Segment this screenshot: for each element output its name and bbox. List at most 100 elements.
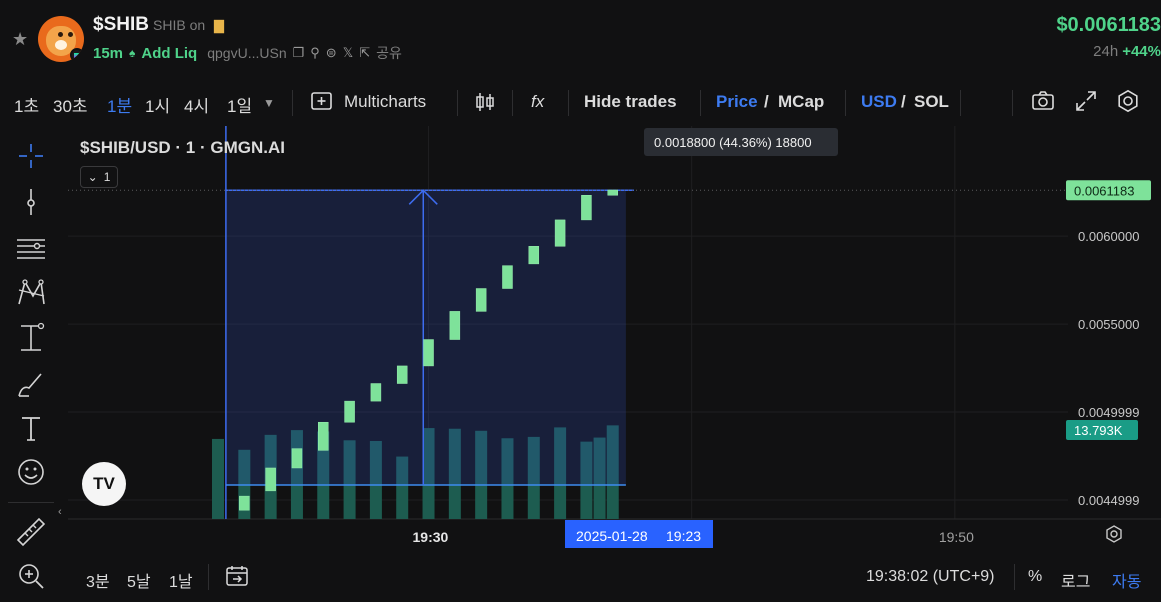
current-price-badge-text: 0.0061183 [1074, 183, 1135, 198]
axis-settings-icon[interactable] [1106, 525, 1122, 543]
candle [502, 265, 513, 289]
range-5d[interactable]: 5날 [127, 568, 151, 592]
candle [291, 448, 303, 469]
multicharts-button[interactable]: Multicharts [344, 92, 426, 112]
goto-date-icon[interactable] [225, 564, 251, 593]
y-axis-tick-label: 0.0044999 [1078, 493, 1139, 508]
crosshair-icon[interactable] [13, 138, 49, 174]
candle [396, 365, 408, 384]
toolbar-divider [512, 90, 513, 116]
toolbar-divider [700, 90, 701, 116]
volume-bar [212, 438, 224, 519]
candle [554, 219, 566, 247]
external-link-icon[interactable]: ⇱ [359, 45, 370, 61]
token-symbol: $SHIB [93, 14, 149, 35]
tools-divider [8, 502, 54, 503]
usd-sol-slash: / [901, 92, 906, 111]
bottom-divider [208, 564, 209, 590]
selected-date-text: 2025-01-28 [576, 528, 648, 544]
brush-icon[interactable] [13, 366, 49, 402]
candle [239, 495, 250, 511]
percent-scale-toggle[interactable]: % [1028, 568, 1042, 586]
solana-badge-icon [70, 48, 84, 62]
add-liq-link[interactable]: Add Liq [141, 45, 197, 62]
candle [475, 288, 487, 312]
contract-address[interactable]: qpgvU...USn [207, 45, 286, 61]
copy-icon[interactable]: ❐ [293, 45, 305, 61]
ruler-icon[interactable] [13, 514, 49, 550]
favorite-star-icon[interactable]: ★ [12, 30, 30, 48]
tradingview-logo[interactable]: TV [82, 462, 126, 506]
add-chart-icon[interactable] [311, 91, 333, 116]
toolbar-divider [960, 90, 961, 116]
toolbar-divider [292, 90, 293, 116]
token-header: ★ $SHIB SHIB on ▇ 15m ♠ Add Liq qpgvU...… [0, 0, 1161, 80]
volume-badge-text: 13.793K [1074, 423, 1123, 438]
share-link[interactable]: 공유 [376, 43, 402, 63]
range-1d[interactable]: 1날 [169, 568, 193, 592]
axis-settings-hex [1106, 525, 1122, 543]
auto-scale-toggle[interactable]: 자동 [1112, 568, 1141, 592]
token-logo [38, 16, 84, 62]
indicator-collapse-button[interactable]: ⌄ 1 [80, 166, 118, 188]
candlestick-type-icon[interactable] [474, 91, 496, 118]
price-change-24h: 24h +44% [1093, 43, 1161, 60]
interval-30s[interactable]: 30초 [53, 92, 88, 117]
horizontal-lines-icon[interactable] [13, 230, 49, 266]
collapse-toolbar-icon[interactable]: ‹ [58, 506, 62, 518]
log-scale-toggle[interactable]: 로그 [1061, 568, 1090, 592]
interval-1s[interactable]: 1초 [14, 92, 39, 117]
price-toggle[interactable]: Price [716, 92, 758, 112]
y-axis-tick-label: 0.0049999 [1078, 405, 1139, 420]
indicators-fx-icon[interactable]: fx [531, 92, 544, 112]
token-logo-snout [55, 40, 67, 50]
range-3m[interactable]: 3분 [86, 568, 110, 592]
candle [318, 421, 329, 451]
mcap-toggle[interactable]: MCap [778, 92, 824, 112]
toolbar-divider [1012, 90, 1013, 116]
candle [581, 195, 592, 221]
sol-toggle[interactable]: SOL [914, 92, 949, 112]
trend-line-icon[interactable] [13, 184, 49, 220]
current-price: $0.0061183 [1056, 14, 1161, 36]
interval-1d[interactable]: 1일 [227, 92, 252, 117]
interval-4h[interactable]: 4시 [184, 92, 209, 117]
chart-toolbar: 1초 30초 1분 1시 4시 1일 ▼ Multicharts fx Hide… [0, 84, 1161, 122]
interval-1m[interactable]: 1분 [107, 92, 132, 117]
chart-canvas[interactable]: 0.0060000 0.0055000 0.0049999 0.0044999 19:3… [68, 126, 1161, 566]
settings-gear-icon[interactable] [1116, 89, 1140, 118]
chevron-down-icon: ⌄ [87, 170, 98, 184]
zoom-in-icon[interactable] [13, 558, 49, 594]
candle [265, 467, 276, 492]
y-axis-tick-label: 0.0060000 [1078, 229, 1139, 244]
candle [607, 189, 618, 196]
x-twitter-icon[interactable]: 𝕏 [343, 45, 353, 61]
fullscreen-icon[interactable] [1074, 89, 1098, 118]
token-logo-eye [68, 32, 73, 37]
interval-dropdown-icon[interactable]: ▼ [263, 96, 275, 110]
token-age: 15m [93, 44, 124, 62]
measure-tooltip-text: 0.0018800 (44.36%) 18800 [654, 135, 812, 150]
token-meta-row: 15m ♠ Add Liq qpgvU...USn ❐ ⚲ ⊜ 𝕏 ⇱ 공유 [93, 43, 402, 63]
measure-range-icon[interactable] [13, 320, 49, 356]
candle [528, 246, 540, 265]
chart-pair-title: $SHIB/USD · 1 · GMGN.AI [80, 138, 285, 157]
emoji-icon[interactable] [13, 454, 49, 490]
candle [423, 339, 434, 367]
liquidity-icon: ♠ [129, 46, 136, 60]
clock-timezone[interactable]: 19:38:02 (UTC+9) [866, 568, 995, 586]
camera-icon[interactable] [1031, 89, 1055, 118]
candle [344, 400, 355, 423]
candle [370, 383, 382, 402]
selected-time-text: 19:23 [666, 528, 701, 544]
hide-trades-button[interactable]: Hide trades [584, 92, 677, 112]
block-icon[interactable]: ⊜ [326, 45, 337, 61]
pattern-icon[interactable] [13, 274, 49, 310]
search-icon[interactable]: ⚲ [310, 45, 320, 61]
price-chart[interactable]: 0.0060000 0.0055000 0.0049999 0.0044999 19:3… [68, 126, 1161, 548]
usd-toggle[interactable]: USD [861, 92, 897, 112]
x-axis-tick-label: 19:50 [939, 529, 974, 545]
text-tool-icon[interactable] [13, 410, 49, 446]
interval-1h[interactable]: 1시 [145, 92, 170, 117]
change-percent: +44% [1122, 43, 1161, 60]
